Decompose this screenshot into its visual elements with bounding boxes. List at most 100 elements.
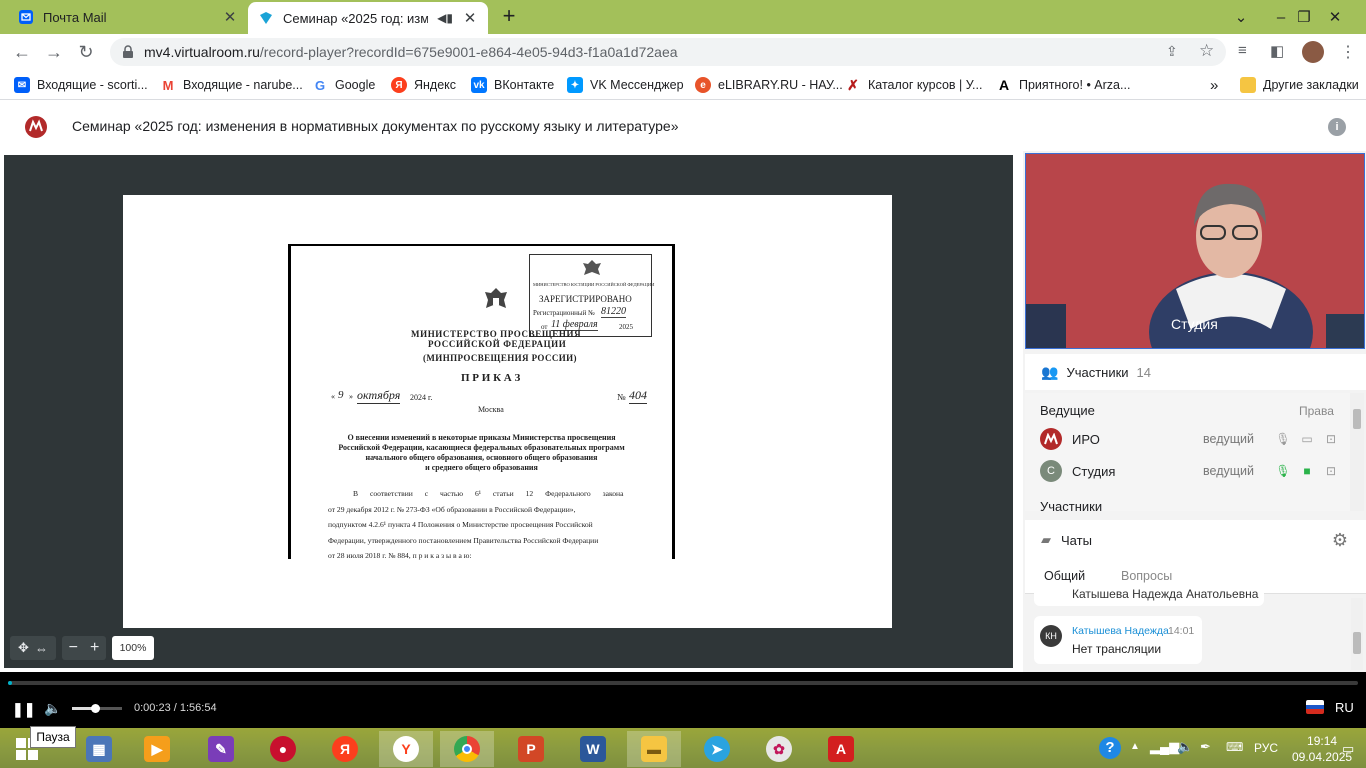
order-title: П Р И К А З	[461, 372, 521, 384]
network-icon[interactable]: ▂▄▆	[1150, 739, 1179, 755]
input-language[interactable]: РУС	[1254, 741, 1278, 755]
mic-on-icon[interactable]: 🎙	[1274, 464, 1292, 478]
participant-row[interactable]: С Студия ведущий 🎙 ■ ⊡	[1040, 457, 1340, 485]
bookmark-item[interactable]: ✉ Входящие - scorti...	[14, 74, 148, 96]
bookmark-label: VK Мессенджер	[590, 78, 684, 92]
tab-seminar[interactable]: Семинар «2025 год: измене ◀▮ ✕	[248, 2, 488, 34]
avatar[interactable]	[1302, 41, 1324, 63]
volume-icon[interactable]: 🔈	[44, 700, 61, 717]
taskbar-telegram[interactable]: ➤	[690, 731, 744, 767]
mail-icon	[18, 9, 34, 25]
volume-knob[interactable]	[90, 704, 100, 713]
taskbar-calculator[interactable]: ▦	[72, 731, 126, 767]
message-text: Нет трансляции	[1072, 642, 1162, 656]
camera-off-icon[interactable]: ▭	[1298, 432, 1316, 446]
pen-icon[interactable]: ✒	[1200, 739, 1211, 755]
forward-button[interactable]: →	[44, 42, 64, 62]
fit-height-icon[interactable]: ✥	[18, 640, 29, 656]
taskbar-yandex[interactable]: Я	[318, 731, 372, 767]
side-panel-icon[interactable]: ◧	[1270, 42, 1284, 60]
close-icon[interactable]: ✕	[462, 9, 478, 27]
close-window-button[interactable]: ✕	[1312, 0, 1358, 34]
tab-questions[interactable]: Вопросы	[1121, 569, 1172, 583]
folder-icon: ▬	[641, 736, 667, 762]
menu-icon[interactable]: ⋮	[1340, 42, 1356, 62]
mic-off-icon[interactable]: 🎙	[1274, 432, 1292, 446]
taskbar-app-red[interactable]: ●	[256, 731, 310, 767]
bookmark-item[interactable]: vk ВКонтакте	[471, 74, 554, 96]
info-icon[interactable]: i	[1328, 118, 1346, 136]
stamp-regnum-label: Регистрационный №	[533, 309, 595, 317]
bookmark-label: Другие закладки	[1263, 78, 1359, 92]
people-icon: 👥	[1041, 363, 1059, 380]
tab-general[interactable]: Общий	[1044, 569, 1085, 583]
chat-icon: ▰	[1041, 532, 1051, 547]
bookmark-item[interactable]: M Входящие - narube...	[160, 74, 303, 96]
back-button[interactable]: ←	[12, 42, 32, 62]
order-city: Москва	[478, 405, 504, 414]
taskbar-app[interactable]: ✿	[752, 731, 806, 767]
camera-on-icon[interactable]: ■	[1298, 464, 1316, 478]
new-tab-button[interactable]: +	[496, 4, 522, 30]
address-bar[interactable]: mv4.virtualroom.ru/record-player?recordI…	[110, 38, 1226, 66]
bookmark-item[interactable]: A Приятного! • Arza...	[996, 74, 1130, 96]
speaker-icon[interactable]: ◀▮	[437, 11, 453, 25]
page-title: Семинар «2025 год: изменения в нормативн…	[72, 118, 679, 134]
gmail-icon: M	[160, 77, 176, 93]
participants-scrollbar[interactable]	[1350, 393, 1364, 511]
bookmark-item[interactable]: ✦ VK Мессенджер	[567, 74, 684, 96]
taskbar-yandex-browser[interactable]: Y	[379, 731, 433, 767]
taskbar-paint[interactable]: ✎	[194, 731, 248, 767]
bookmark-item[interactable]: e eLIBRARY.RU - НАУ...	[695, 74, 843, 96]
taskbar-explorer[interactable]: ▬	[627, 731, 681, 767]
zoom-out-button[interactable]: −	[69, 639, 78, 657]
more-bookmarks-button[interactable]: »	[1210, 74, 1218, 96]
bookmark-item[interactable]: G Google	[312, 74, 375, 96]
gear-icon[interactable]: ⚙	[1332, 530, 1348, 551]
tab-mail[interactable]: Почта Mail ✕	[8, 0, 248, 34]
virtualroom-icon	[258, 10, 274, 26]
fit-width-icon[interactable]: ⇔	[35, 641, 48, 656]
vk-messenger-icon: ✦	[567, 77, 583, 93]
player-language[interactable]: RU	[1335, 700, 1354, 715]
taskbar-acrobat[interactable]: A	[814, 731, 868, 767]
bookmark-item[interactable]: Я Яндекс	[391, 74, 456, 96]
participants-header[interactable]: 👥 Участники 14	[1025, 354, 1366, 390]
zoom-controls: ✥ ⇔ − + 100%	[10, 636, 154, 660]
notifications-icon[interactable]: ▭	[1342, 741, 1354, 757]
taskbar-powerpoint[interactable]: P	[504, 731, 558, 767]
zoom-in-button[interactable]: +	[90, 639, 99, 657]
taskbar-chrome[interactable]	[440, 731, 494, 767]
rights-label[interactable]: Права	[1299, 404, 1334, 418]
bookmark-item[interactable]: ✗ Каталог курсов | У...	[845, 74, 982, 96]
tab-title: Почта Mail	[43, 9, 107, 25]
progress-track[interactable]	[8, 681, 1358, 685]
chat-message: КН Катышева Надежда 14:01 Нет трансляции	[1034, 616, 1202, 664]
screen-share-icon[interactable]: ⊡	[1322, 432, 1340, 446]
heading-line: Российской Федерации, касающиеся федерал…	[338, 443, 625, 452]
screen-share-icon[interactable]: ⊡	[1322, 464, 1340, 478]
reload-button[interactable]: ↻	[76, 42, 96, 62]
taskbar-media[interactable]: ▶	[130, 731, 184, 767]
close-icon[interactable]: ✕	[222, 8, 238, 26]
share-icon[interactable]: ⇪	[1166, 43, 1178, 60]
bookmark-label: Входящие - narube...	[183, 78, 303, 92]
help-icon[interactable]: ?	[1099, 737, 1121, 759]
other-bookmarks-folder[interactable]: Другие закладки	[1240, 74, 1359, 96]
star-icon[interactable]: ☆	[1199, 41, 1214, 61]
media-control-icon[interactable]: ≡	[1238, 42, 1247, 59]
chevron-up-icon[interactable]: ▲	[1130, 741, 1140, 752]
keyboard-icon[interactable]: ⌨	[1226, 740, 1243, 754]
mail-icon: ✉	[14, 77, 30, 93]
chat-scrollbar[interactable]	[1351, 598, 1363, 670]
taskbar-word[interactable]: W	[566, 731, 620, 767]
avatar: С	[1040, 460, 1062, 482]
playback-time: 0:00:23 / 1:56:54	[134, 702, 217, 714]
volume-tray-icon[interactable]: 🔈	[1177, 739, 1193, 755]
body-line: Федерации, утвержденного постановлением …	[328, 536, 599, 545]
flag-icon	[1306, 700, 1324, 714]
bookmark-label: Каталог курсов | У...	[868, 78, 983, 92]
participant-row[interactable]: ИРО ведущий 🎙 ▭ ⊡	[1040, 425, 1340, 453]
zoom-level[interactable]: 100%	[112, 636, 154, 660]
pause-button[interactable]: ❚❚	[12, 701, 35, 718]
